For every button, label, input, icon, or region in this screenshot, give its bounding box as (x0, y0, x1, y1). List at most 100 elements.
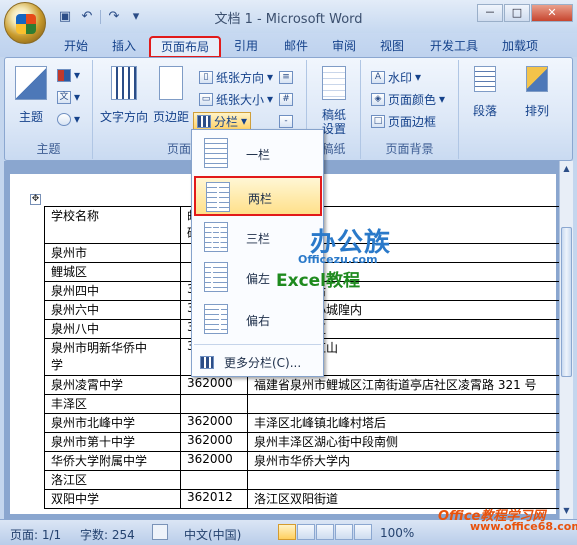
table-cell[interactable]: 泉州八中 (44, 319, 181, 339)
title-bar: ▣ ↶ ↷ ▾ 文档 1 - Microsoft Word － □ ✕ (0, 0, 577, 33)
table-cell[interactable]: 362000 (180, 375, 248, 395)
scroll-up-icon[interactable]: ▲ (561, 163, 572, 175)
scroll-thumb[interactable] (561, 227, 572, 377)
table-row[interactable]: 洛江区 (44, 470, 568, 490)
draft-icon[interactable] (354, 524, 372, 540)
view-buttons (278, 524, 372, 540)
hyphenation-icon: - (279, 114, 293, 128)
manuscript-button[interactable]: 稿纸 设置 (315, 66, 353, 136)
columns-three[interactable]: 三栏 (194, 218, 322, 258)
table-cell[interactable] (247, 394, 568, 414)
themes-icon (15, 66, 47, 100)
theme-fonts-button[interactable]: 文 ▾ (57, 88, 80, 106)
tab-page-layout[interactable]: 页面布局 (149, 36, 221, 58)
tab-home[interactable]: 开始 (58, 37, 94, 57)
columns-right[interactable]: 偏右 (194, 300, 322, 340)
arrange-button[interactable]: 排列 (519, 66, 555, 119)
outline-icon[interactable] (335, 524, 353, 540)
table-row[interactable]: 丰泽区 (44, 394, 568, 414)
table-cell[interactable]: 丰泽区北峰镇北峰村塔后 (247, 413, 568, 433)
table-cell[interactable]: 362000 (180, 413, 248, 433)
watermark-button[interactable]: A 水印 ▾ (371, 68, 421, 86)
more-columns-icon (200, 355, 214, 369)
tab-review[interactable]: 审阅 (326, 37, 362, 57)
close-button[interactable]: ✕ (531, 4, 573, 22)
table-cell[interactable]: 362000 (180, 451, 248, 471)
table-cell[interactable]: 泉州市北峰中学 (44, 413, 181, 433)
table-cell[interactable]: 丰泽区 (44, 394, 181, 414)
more-columns-button[interactable]: 更多分栏(C)... (194, 350, 301, 374)
tab-mailings[interactable]: 邮件 (278, 37, 314, 57)
table-cell[interactable]: 泉州市华侨大学内 (247, 451, 568, 471)
full-screen-icon[interactable] (297, 524, 315, 540)
office-logo-icon (16, 14, 36, 34)
table-cell[interactable]: 双阳中学 (44, 489, 181, 509)
table-cell[interactable]: 泉州市 (44, 243, 181, 263)
page-border-button[interactable]: □ 页面边框 (371, 112, 436, 130)
table-move-handle-icon[interactable]: ✥ (30, 194, 41, 205)
word-count[interactable]: 字数: 254 (80, 526, 135, 543)
columns-two[interactable]: 两栏 (194, 176, 322, 216)
line-numbers-button[interactable]: # (279, 90, 293, 108)
table-row[interactable]: 华侨大学附属中学 362000 泉州市华侨大学内 (44, 451, 568, 471)
paragraph-icon (474, 66, 496, 92)
maximize-button[interactable]: □ (504, 4, 530, 22)
table-cell[interactable] (180, 394, 248, 414)
table-cell[interactable] (247, 470, 568, 490)
columns-one[interactable]: 一栏 (194, 134, 322, 174)
page-color-button[interactable]: ◈ 页面颜色 ▾ (371, 90, 445, 108)
margins-label: 页边距 (152, 110, 189, 124)
table-cell[interactable] (180, 470, 248, 490)
tab-add-ins[interactable]: 加载项 (496, 37, 544, 57)
tab-references[interactable]: 引用 (228, 37, 264, 57)
zoom-level[interactable]: 100% (380, 526, 414, 540)
orientation-button[interactable]: ▯ 纸张方向 ▾ (199, 68, 273, 86)
proofing-icon[interactable] (152, 524, 168, 540)
scroll-down-icon[interactable]: ▼ (561, 505, 572, 517)
page-border-label: 页面边框 (388, 114, 437, 129)
office-button[interactable] (4, 2, 46, 44)
table-row[interactable]: 泉州市第十中学 362000 泉州丰泽区湖心街中段南侧 (44, 432, 568, 452)
two-columns-label: 两栏 (248, 192, 273, 206)
table-cell[interactable]: 华侨大学附属中学 (44, 451, 181, 471)
tab-insert[interactable]: 插入 (106, 37, 142, 57)
table-cell[interactable]: 362012 (180, 489, 248, 509)
two-columns-icon (206, 182, 230, 212)
size-button[interactable]: ▭ 纸张大小 ▾ (199, 90, 273, 108)
table-cell[interactable]: 泉州丰泽区湖心街中段南侧 (247, 432, 568, 452)
theme-colors-button[interactable]: ▾ (57, 66, 80, 84)
table-cell[interactable]: 泉州市第十中学 (44, 432, 181, 452)
table-cell[interactable]: 鲤城区 (44, 262, 181, 282)
breaks-button[interactable]: ≡ (279, 68, 293, 86)
text-direction-button[interactable]: 文字方向 (99, 66, 149, 125)
theme-effects-button[interactable]: ▾ (57, 110, 80, 128)
web-layout-icon[interactable] (316, 524, 334, 540)
table-cell[interactable]: 泉州市明新华侨中 学 (44, 338, 181, 376)
table-cell[interactable]: 362000 (180, 432, 248, 452)
table-cell[interactable]: 泉州凌霄中学 (44, 375, 181, 395)
columns-button[interactable]: 分栏 ▾ (193, 112, 252, 130)
margins-button[interactable]: 页边距 (151, 66, 191, 125)
watermark-excel: Excel教程 (276, 271, 361, 291)
theme-colors-icon (57, 68, 71, 82)
watermark-label: 水印 (388, 70, 413, 85)
tab-developer[interactable]: 开发工具 (424, 37, 484, 57)
page-count[interactable]: 页面: 1/1 (10, 526, 61, 543)
paragraph-button[interactable]: 段落 (467, 66, 503, 119)
tab-view[interactable]: 视图 (374, 37, 410, 57)
hyphenation-button[interactable]: - (279, 112, 293, 130)
table-cell[interactable]: 洛江区 (44, 470, 181, 490)
print-layout-icon[interactable] (278, 524, 296, 540)
margins-icon (159, 66, 183, 100)
table-cell[interactable]: 福建省泉州市鲤城区江南街道亭店社区凌霄路 321 号 (247, 375, 568, 395)
table-cell[interactable]: 学校名称 (44, 206, 181, 244)
vertical-scrollbar[interactable]: ▲ ▼ (559, 161, 573, 519)
minimize-button[interactable]: － (477, 4, 503, 22)
table-cell[interactable]: 泉州六中 (44, 300, 181, 320)
three-columns-label: 三栏 (246, 232, 271, 246)
table-cell[interactable]: 泉州四中 (44, 281, 181, 301)
language[interactable]: 中文(中国) (184, 526, 241, 543)
table-row[interactable]: 泉州市北峰中学 362000 丰泽区北峰镇北峰村塔后 (44, 413, 568, 433)
table-row[interactable]: 泉州凌霄中学 362000 福建省泉州市鲤城区江南街道亭店社区凌霄路 321 号 (44, 375, 568, 395)
themes-button[interactable]: 主题 (11, 66, 51, 125)
